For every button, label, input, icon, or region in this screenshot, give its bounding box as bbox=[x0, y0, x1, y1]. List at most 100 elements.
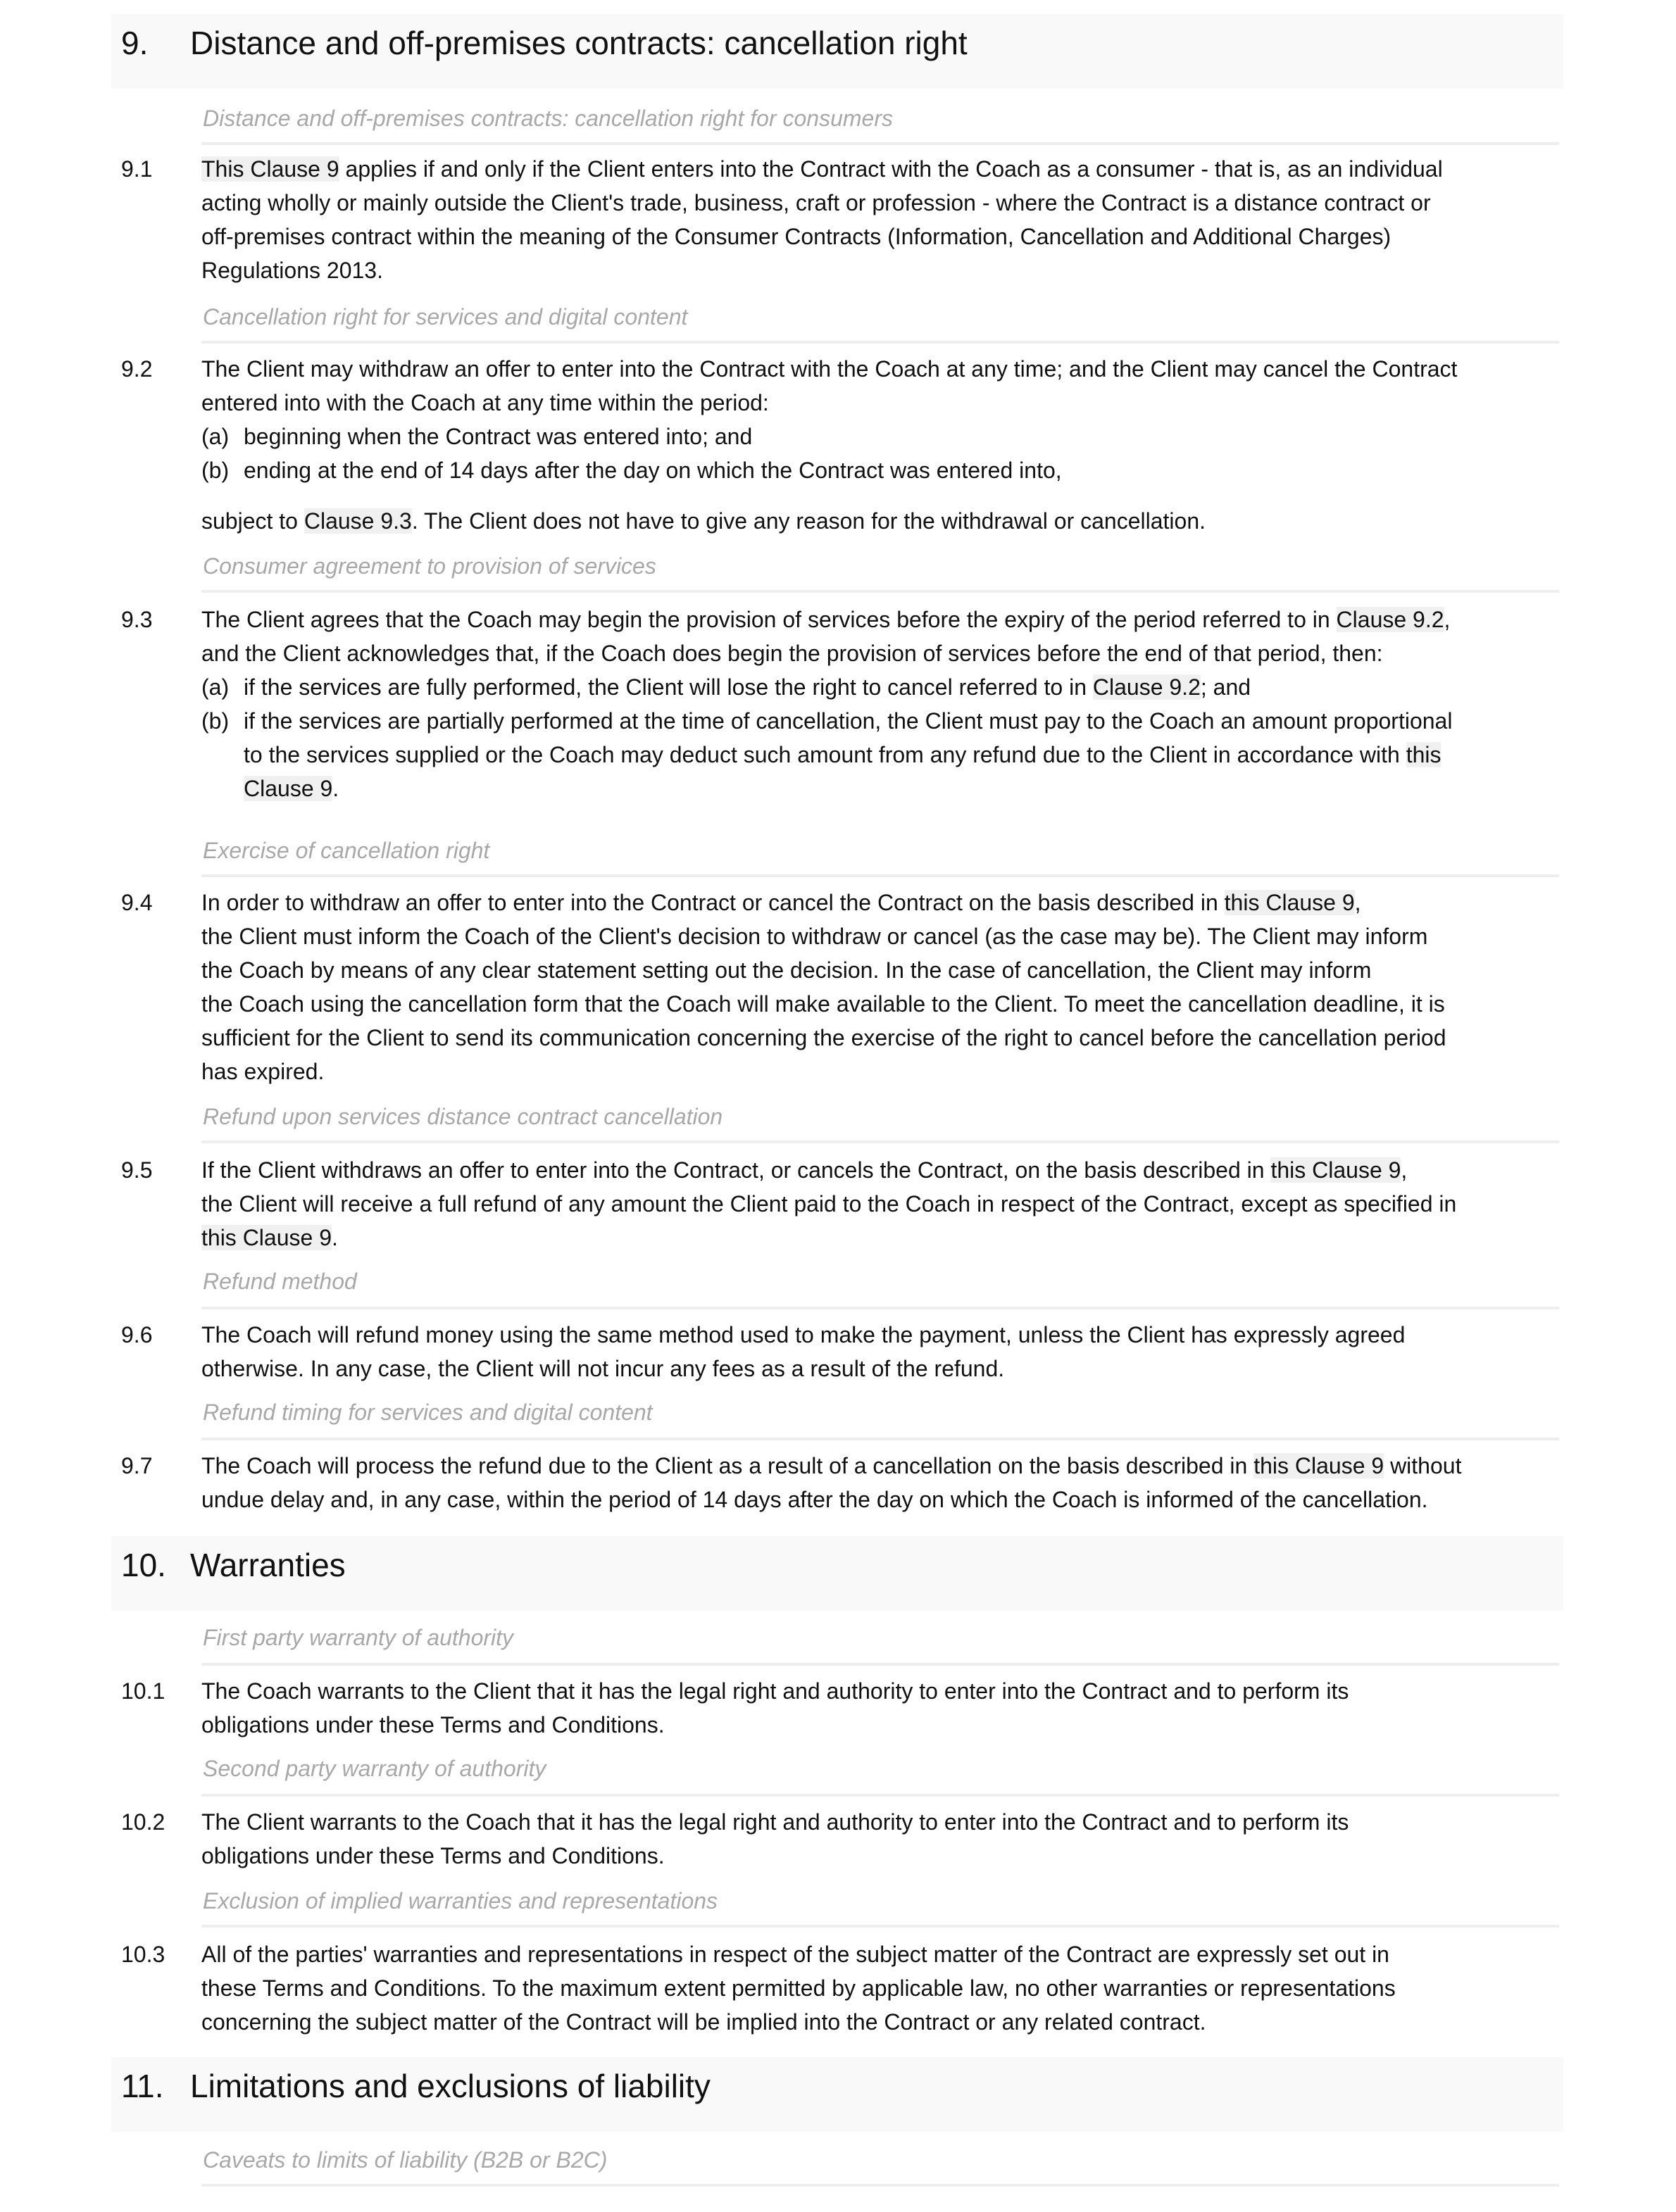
text: if the services are fully performed, the… bbox=[244, 674, 1093, 700]
text: beginning when the Contract was entered … bbox=[244, 424, 753, 449]
clause-body-10-1: The Coach warrants to the Client that it… bbox=[201, 1674, 1568, 1742]
clause-subheading: First party warranty of authority bbox=[203, 1625, 514, 1650]
clause-number: 9.5 bbox=[121, 1157, 153, 1183]
text: In order to withdraw an offer to enter i… bbox=[201, 890, 1225, 915]
clause-subheading: Caveats to limits of liability (B2B or B… bbox=[203, 2147, 608, 2173]
clause-subheading: Refund timing for services and digital c… bbox=[203, 1400, 653, 1425]
section-heading-11: 11. Limitations and exclusions of liabil… bbox=[111, 2057, 1563, 2132]
clause-subheading: Refund method bbox=[203, 1269, 357, 1294]
text: sufficient for the Client to send its co… bbox=[201, 1025, 1446, 1050]
clause-number: 9.7 bbox=[121, 1453, 153, 1478]
section-title: Limitations and exclusions of liability bbox=[190, 2068, 711, 2104]
clause-body-10-3: All of the parties' warranties and repre… bbox=[201, 1937, 1568, 2039]
list-label: (b) bbox=[201, 458, 230, 483]
text: Regulations 2013. bbox=[201, 258, 383, 283]
clause-reference-link[interactable]: this Clause 9 bbox=[1224, 890, 1355, 915]
text: , bbox=[1401, 1157, 1408, 1183]
list-item: (b) if the services are partially perform… bbox=[201, 704, 1568, 738]
clause-number: 9.4 bbox=[121, 890, 153, 915]
clause-subheading: Distance and off-premises contracts: can… bbox=[203, 106, 893, 131]
text: ; and bbox=[1200, 674, 1251, 700]
divider bbox=[201, 1307, 1559, 1309]
text: these Terms and Conditions. To the maxim… bbox=[201, 1975, 1396, 2001]
clause-reference-link[interactable]: this Clause 9 bbox=[1270, 1157, 1401, 1183]
text: concerning the subject matter of the Con… bbox=[201, 2009, 1206, 2035]
clause-body-9-2-tail: subject to Clause 9.3. The Client does n… bbox=[201, 504, 1568, 538]
text: undue delay and, in any case, within the… bbox=[201, 1487, 1428, 1512]
clause-subheading: Refund upon services distance contract c… bbox=[203, 1104, 723, 1129]
clause-body-9-5: If the Client withdraws an offer to ente… bbox=[201, 1153, 1568, 1255]
text: to the services supplied or the Coach ma… bbox=[244, 742, 1406, 767]
clause-number: 9.6 bbox=[121, 1322, 153, 1347]
text: if the services are partially performed … bbox=[244, 708, 1453, 734]
list-label: (a) bbox=[201, 674, 230, 700]
clause-reference-link[interactable]: This Clause 9 bbox=[201, 156, 339, 182]
divider bbox=[201, 142, 1559, 145]
divider bbox=[201, 341, 1559, 344]
section-heading-10: 10. Warranties bbox=[111, 1536, 1563, 1611]
text: The Coach will process the refund due to… bbox=[201, 1453, 1254, 1478]
list-item: (b) ending at the end of 14 days after th… bbox=[201, 453, 1568, 487]
text: The Coach will refund money using the sa… bbox=[201, 1322, 1406, 1347]
section-number: 9. bbox=[121, 25, 149, 61]
clause-body-9-4: In order to withdraw an offer to enter i… bbox=[201, 886, 1568, 1088]
text: entered into with the Coach at any time … bbox=[201, 390, 769, 415]
clause-body-10-2: The Client warrants to the Coach that it… bbox=[201, 1805, 1568, 1873]
list-item: (a) if the services are fully performed, … bbox=[201, 670, 1568, 704]
clause-reference-link[interactable]: Clause 9.2 bbox=[1092, 674, 1201, 700]
text: . The Client does not have to give any r… bbox=[411, 508, 1206, 534]
list-label: (b) bbox=[201, 708, 230, 734]
clause-number: 10.3 bbox=[121, 1942, 165, 1967]
divider bbox=[201, 1140, 1559, 1143]
divider bbox=[201, 1438, 1559, 1440]
clause-body-9-2: The Client may withdraw an offer to ente… bbox=[201, 352, 1568, 487]
text: All of the parties' warranties and repre… bbox=[201, 1942, 1389, 1967]
divider bbox=[201, 1925, 1559, 1928]
text: otherwise. In any case, the Client will … bbox=[201, 1356, 1005, 1381]
divider bbox=[201, 2184, 1559, 2187]
divider bbox=[201, 1794, 1559, 1797]
clause-body-9-7: The Coach will process the refund due to… bbox=[201, 1449, 1568, 1516]
section-number: 11. bbox=[121, 2068, 164, 2104]
clause-subheading: Second party warranty of authority bbox=[203, 1756, 546, 1781]
clause-reference-link[interactable]: this bbox=[1406, 742, 1442, 767]
text: , bbox=[1354, 890, 1361, 915]
text: and the Client acknowledges that, if the… bbox=[201, 641, 1383, 666]
clause-reference-link[interactable]: this Clause 9 bbox=[201, 1225, 332, 1250]
section-number: 10. bbox=[121, 1547, 166, 1583]
clause-body-9-6: The Coach will refund money using the sa… bbox=[201, 1318, 1568, 1385]
clause-reference-link[interactable]: Clause 9 bbox=[244, 776, 333, 801]
section-title: Distance and off-premises contracts: can… bbox=[190, 25, 968, 61]
list-item: (a) beginning when the Contract was enter… bbox=[201, 420, 1568, 453]
text: the Client will receive a full refund of… bbox=[201, 1191, 1457, 1217]
text: . bbox=[332, 776, 339, 801]
clause-number: 9.3 bbox=[121, 607, 153, 632]
text: The Coach warrants to the Client that it… bbox=[201, 1678, 1349, 1704]
text: without bbox=[1384, 1453, 1462, 1478]
clause-subheading: Consumer agreement to provision of servi… bbox=[203, 553, 656, 579]
clause-subheading: Exercise of cancellation right bbox=[203, 838, 490, 863]
divider bbox=[201, 874, 1559, 877]
clause-subheading: Cancellation right for services and digi… bbox=[203, 304, 688, 329]
text: obligations under these Terms and Condit… bbox=[201, 1712, 665, 1737]
section-heading-9: 9. Distance and off-premises contracts: … bbox=[111, 14, 1563, 89]
text: ending at the end of 14 days after the d… bbox=[244, 458, 1062, 483]
text: , bbox=[1444, 607, 1451, 632]
text: the Coach using the cancellation form th… bbox=[201, 991, 1445, 1017]
clause-number: 9.1 bbox=[121, 156, 153, 182]
text: The Client warrants to the Coach that it… bbox=[201, 1809, 1349, 1835]
text: The Client agrees that the Coach may beg… bbox=[201, 607, 1337, 632]
text: subject to bbox=[201, 508, 304, 534]
text: applies if and only if the Client enters… bbox=[339, 156, 1443, 182]
divider bbox=[201, 1663, 1559, 1666]
clause-reference-link[interactable]: this Clause 9 bbox=[1253, 1453, 1384, 1478]
text: has expired. bbox=[201, 1059, 325, 1084]
text: The Client may withdraw an offer to ente… bbox=[201, 356, 1458, 382]
text: the Coach by means of any clear statemen… bbox=[201, 957, 1372, 983]
clause-number: 10.2 bbox=[121, 1809, 165, 1835]
clause-reference-link[interactable]: Clause 9.2 bbox=[1336, 607, 1444, 632]
text: off-premises contract within the meaning… bbox=[201, 224, 1392, 249]
section-title: Warranties bbox=[190, 1547, 346, 1583]
clause-reference-link[interactable]: Clause 9.3 bbox=[304, 508, 412, 534]
divider bbox=[201, 590, 1559, 593]
